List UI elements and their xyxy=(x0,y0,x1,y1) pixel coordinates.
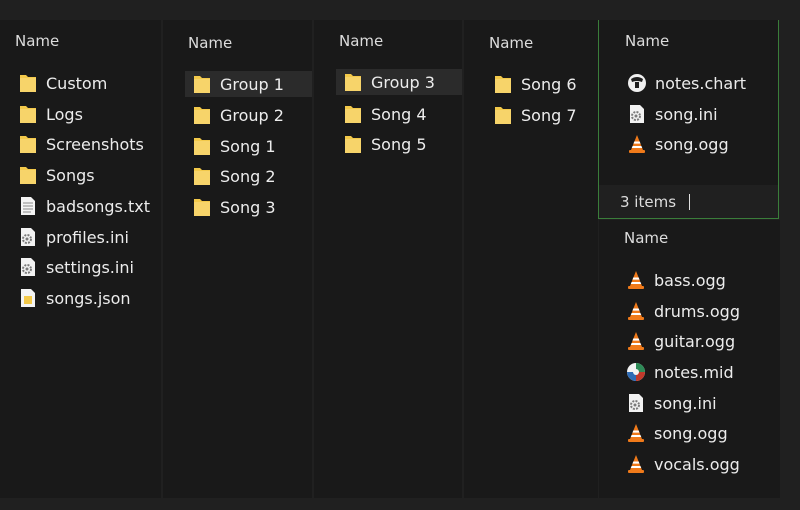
item-label: vocals.ogg xyxy=(654,454,740,474)
list-item-profiles[interactable]: profiles.ini xyxy=(18,224,129,250)
list-item-group-3[interactable]: Group 3 xyxy=(336,69,462,95)
status-bar: 3 items xyxy=(599,185,778,218)
vlc-cone-icon xyxy=(626,270,646,290)
chart-file-icon xyxy=(627,73,647,93)
list-item-group-1[interactable]: Group 1 xyxy=(185,71,312,97)
explorer-column-4: Name Song 6 Song 7 xyxy=(464,20,598,498)
vlc-cone-icon xyxy=(627,134,647,154)
folder-icon xyxy=(343,134,363,154)
list-item-songs-json[interactable]: songs.json xyxy=(18,285,131,311)
item-label: song.ini xyxy=(655,104,718,124)
item-label: bass.ogg xyxy=(654,270,726,290)
explorer-column-3: Name Group 3 Song 4 Song 5 xyxy=(314,20,462,498)
item-label: Songs xyxy=(46,165,95,185)
column-header-name[interactable]: Name xyxy=(489,34,533,52)
column-header-name[interactable]: Name xyxy=(15,32,59,50)
explorer-column-2: Name Group 1 Group 2 Song 1 Song 2 Song … xyxy=(163,20,312,498)
item-label: Song 2 xyxy=(220,166,276,186)
column-header-name[interactable]: Name xyxy=(625,32,669,50)
midi-file-icon xyxy=(626,362,646,382)
json-file-icon xyxy=(18,288,38,308)
vlc-cone-icon xyxy=(626,423,646,443)
list-item-vocals-ogg[interactable]: vocals.ogg xyxy=(626,451,740,477)
folder-icon xyxy=(192,136,212,156)
folder-icon xyxy=(192,105,212,125)
folder-icon xyxy=(18,165,38,185)
folder-icon xyxy=(18,73,38,93)
list-item-logs[interactable]: Logs xyxy=(18,101,83,127)
list-item-notes-chart[interactable]: notes.chart xyxy=(627,70,746,96)
list-item-group-2[interactable]: Group 2 xyxy=(192,102,284,128)
folder-icon xyxy=(343,104,363,124)
list-item-song-2[interactable]: Song 2 xyxy=(192,163,276,189)
item-label: Song 5 xyxy=(371,134,427,154)
item-label: Screenshots xyxy=(46,134,144,154)
list-item-song-ogg[interactable]: song.ogg xyxy=(627,131,729,157)
item-label: Song 4 xyxy=(371,104,427,124)
list-item-screenshots[interactable]: Screenshots xyxy=(18,131,144,157)
item-label: profiles.ini xyxy=(46,227,129,247)
item-label: Song 1 xyxy=(220,136,276,156)
list-item-notes-mid[interactable]: notes.mid xyxy=(626,359,734,385)
folder-icon xyxy=(493,105,513,125)
settings-file-icon xyxy=(626,393,646,413)
folder-icon xyxy=(493,74,513,94)
folder-icon xyxy=(18,134,38,154)
item-label: song.ini xyxy=(654,393,717,413)
vlc-cone-icon xyxy=(626,454,646,474)
column-header-name[interactable]: Name xyxy=(624,229,668,247)
item-label: drums.ogg xyxy=(654,301,740,321)
list-item-song-3[interactable]: Song 3 xyxy=(192,194,276,220)
settings-file-icon xyxy=(18,257,38,277)
item-label: settings.ini xyxy=(46,257,134,277)
item-label: Song 7 xyxy=(521,105,577,125)
settings-file-icon xyxy=(627,104,647,124)
folder-icon xyxy=(192,166,212,186)
list-item-song-1[interactable]: Song 1 xyxy=(192,133,276,159)
list-item-song-5[interactable]: Song 5 xyxy=(343,131,427,157)
explorer-column-1: Name Custom Logs Screenshots Songs badso… xyxy=(0,20,161,498)
item-label: notes.chart xyxy=(655,73,747,93)
item-count: 3 items xyxy=(620,193,677,211)
list-item-song-ini[interactable]: song.ini xyxy=(626,390,717,416)
item-label: Group 2 xyxy=(220,105,284,125)
list-item-bass-ogg[interactable]: bass.ogg xyxy=(626,267,726,293)
list-item-song-4[interactable]: Song 4 xyxy=(343,101,427,127)
item-label: song.ogg xyxy=(655,134,729,154)
column-header-name[interactable]: Name xyxy=(339,32,383,50)
list-item-guitar-ogg[interactable]: guitar.ogg xyxy=(626,328,735,354)
item-label: notes.mid xyxy=(654,362,734,382)
item-label: songs.json xyxy=(46,288,131,308)
column-header-name[interactable]: Name xyxy=(188,34,232,52)
item-label: Custom xyxy=(46,73,108,93)
item-label: Logs xyxy=(46,104,83,124)
list-item-custom[interactable]: Custom xyxy=(18,70,107,96)
vlc-cone-icon xyxy=(626,301,646,321)
list-item-song-ini[interactable]: song.ini xyxy=(627,101,718,127)
item-label: Song 6 xyxy=(521,74,577,94)
list-item-song-6[interactable]: Song 6 xyxy=(493,71,577,97)
list-item-settings[interactable]: settings.ini xyxy=(18,254,134,280)
item-label: Group 1 xyxy=(220,74,284,94)
item-label: guitar.ogg xyxy=(654,331,736,351)
settings-file-icon xyxy=(18,227,38,247)
bottom-window: Name bass.ogg drums.ogg guitar.ogg notes… xyxy=(599,220,780,498)
text-file-icon xyxy=(18,196,38,216)
list-item-song-ogg[interactable]: song.ogg xyxy=(626,420,728,446)
item-label: song.ogg xyxy=(654,423,728,443)
item-label: Group 3 xyxy=(371,72,435,92)
folder-icon xyxy=(18,104,38,124)
list-item-badsongs[interactable]: badsongs.txt xyxy=(18,193,150,219)
folder-icon xyxy=(192,74,212,94)
folder-icon xyxy=(192,197,212,217)
list-item-song-7[interactable]: Song 7 xyxy=(493,102,577,128)
item-label: Song 3 xyxy=(220,197,276,217)
list-item-drums-ogg[interactable]: drums.ogg xyxy=(626,298,740,324)
vlc-cone-icon xyxy=(626,331,646,351)
text-caret xyxy=(689,194,690,210)
list-item-songs[interactable]: Songs xyxy=(18,162,95,188)
top-window: Name notes.chart song.ini song.ogg 3 ite… xyxy=(598,20,779,219)
item-label: badsongs.txt xyxy=(46,196,150,216)
folder-icon xyxy=(343,72,363,92)
